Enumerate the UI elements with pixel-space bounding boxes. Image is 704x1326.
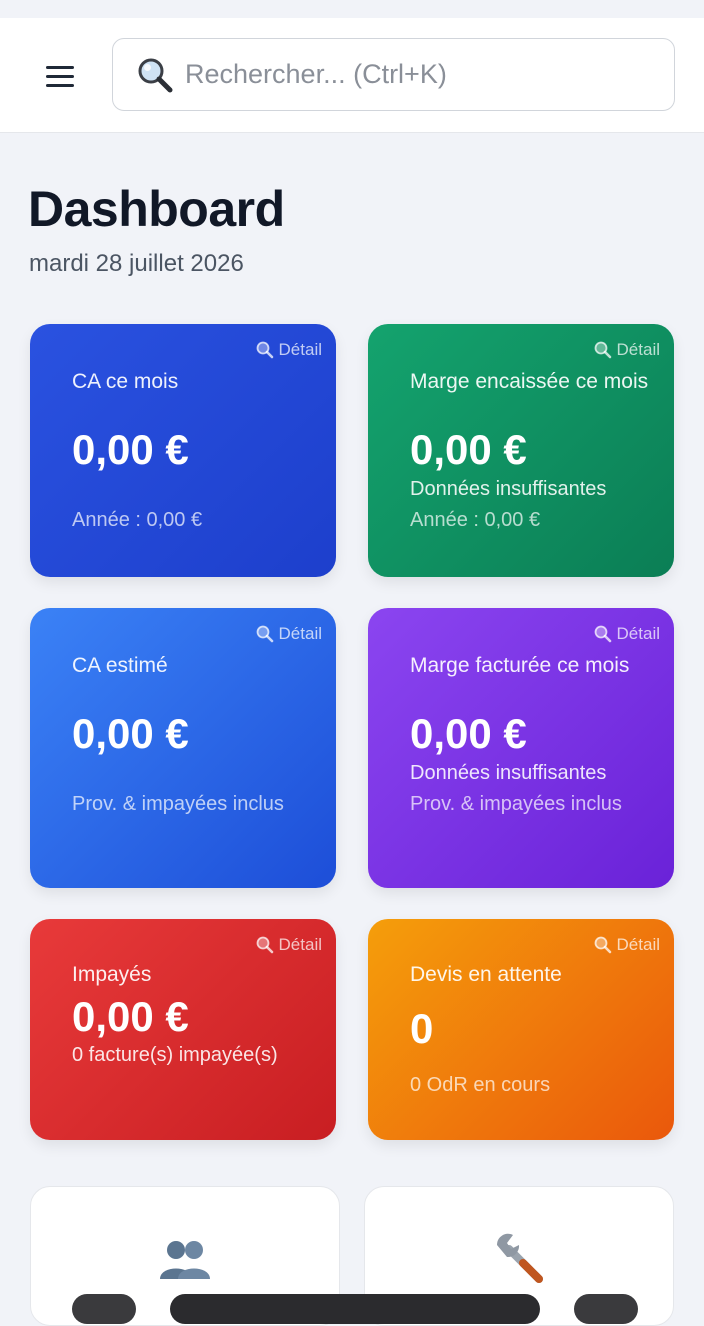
page-title: Dashboard (28, 181, 285, 237)
card-sub: Prov. & impayées inclus (72, 793, 284, 815)
magnifier-icon (256, 341, 273, 359)
bottom-nav-bar[interactable] (170, 1294, 540, 1324)
card-value: 0,00 € (410, 710, 527, 757)
card-sub: Données insuffisantes (410, 478, 607, 500)
search-input[interactable] (185, 59, 625, 90)
users-icon (157, 1237, 213, 1286)
kpi-card-ca-estime[interactable]: Détail CA estimé 0,00 € Prov. & impayées… (30, 608, 336, 888)
card-sub: 0 facture(s) impayée(s) (72, 1044, 278, 1066)
menu-icon-line (46, 83, 74, 87)
card-sub: 0 OdR en cours (410, 1074, 551, 1096)
detail-link[interactable]: Détail (593, 340, 660, 360)
detail-link[interactable]: Détail (255, 935, 322, 955)
detail-label: Détail (616, 624, 660, 643)
bottom-nav-left[interactable] (72, 1294, 136, 1324)
card-label: Marge encaissée ce mois (410, 370, 649, 393)
card-value: 0,00 € (72, 710, 189, 757)
card-label: CA estimé (72, 654, 168, 677)
card-value: 0,00 € (410, 426, 527, 473)
detail-link[interactable]: Détail (593, 935, 660, 955)
kpi-card-marge-encaissee[interactable]: Détail Marge encaissée ce mois 0,00 € Do… (368, 324, 674, 577)
magnifier-icon (594, 341, 611, 359)
card-sub-secondary: Année : 0,00 € (410, 509, 541, 531)
card-value: 0,00 € (72, 993, 189, 1040)
detail-label: Détail (278, 935, 322, 954)
detail-label: Détail (616, 340, 660, 359)
detail-label: Détail (278, 624, 322, 643)
detail-link[interactable]: Détail (593, 624, 660, 644)
top-bar (0, 18, 704, 133)
magnifier-icon (594, 625, 611, 643)
card-value: 0,00 € (72, 426, 189, 473)
card-label: Marge facturée ce mois (410, 654, 630, 677)
hamburger-menu-button[interactable] (40, 60, 80, 92)
menu-icon-line (46, 65, 74, 69)
magnifier-icon (594, 936, 611, 954)
card-label: CA ce mois (72, 370, 179, 393)
card-label: Impayés (72, 963, 152, 986)
kpi-card-ca-month[interactable]: Détail CA ce mois 0,00 € Année : 0,00 € (30, 324, 336, 577)
card-sub-secondary: Prov. & impayées inclus (410, 793, 622, 815)
detail-label: Détail (616, 935, 660, 954)
bottom-nav-right[interactable] (574, 1294, 638, 1324)
status-strip (0, 0, 704, 18)
card-sub: Année : 0,00 € (72, 509, 203, 531)
kpi-card-impayes[interactable]: Détail Impayés 0,00 € 0 facture(s) impay… (30, 919, 336, 1140)
kpi-card-marge-facturee[interactable]: Détail Marge facturée ce mois 0,00 € Don… (368, 608, 674, 888)
magnifier-icon (256, 625, 273, 643)
detail-link[interactable]: Détail (255, 340, 322, 360)
magnifier-icon (256, 936, 273, 954)
menu-icon-line (46, 74, 74, 78)
card-sub: Données insuffisantes (410, 762, 607, 784)
kpi-card-devis-attente[interactable]: Détail Devis en attente 0 0 OdR en cours (368, 919, 674, 1140)
wrench-icon (491, 1231, 547, 1292)
card-value: 0 (410, 1005, 434, 1052)
search-box[interactable] (112, 38, 675, 111)
detail-label: Détail (278, 340, 322, 359)
page-date: mardi 28 juillet 2026 (29, 250, 244, 277)
card-label: Devis en attente (410, 963, 562, 986)
detail-link[interactable]: Détail (255, 624, 322, 644)
search-icon (135, 55, 175, 95)
